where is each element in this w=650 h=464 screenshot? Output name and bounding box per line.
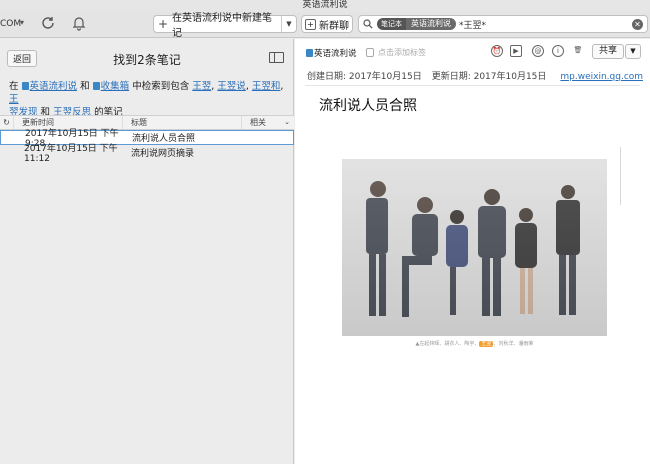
info-icon[interactable]: i <box>552 45 564 57</box>
search-description: 在 英语流利说 和 收集箱 中检索到包含 王翌, 王翌说, 王翌和, 王翌发现 … <box>9 81 284 118</box>
bell-icon[interactable] <box>72 15 86 31</box>
layout-toggle-icon[interactable] <box>269 52 284 63</box>
updated-date: 更新日期: 2017年10月15日 <box>431 72 547 82</box>
window-title: 英语流利说 <box>0 0 650 12</box>
term-link[interactable]: 王翌 <box>192 81 211 92</box>
plus-icon: + <box>157 17 169 31</box>
group-chat-label: 新群聊 <box>319 20 349 32</box>
row-title: 流利说人员合照 <box>132 134 196 144</box>
new-note-button[interactable]: + 在英语流利说中新建笔记 ▼ <box>153 13 297 39</box>
photo-caption: ▲左起林晖、胡衣人、陶宇、 王翌 、刘秋洋、潘雨荣 <box>342 340 607 347</box>
search-results-panel: 返回 找到2条笔记 在 英语流利说 和 收集箱 中检索到包含 王翌, 王翌说, … <box>0 39 294 464</box>
term-link[interactable]: 王翌和 <box>252 81 281 92</box>
desc-text: 在 <box>9 81 19 92</box>
main-toolbar: COM ▾ + 在英语流利说中新建笔记 ▼ + 新群聊 笔记本 英语流利说 *王… <box>0 12 650 39</box>
new-note-dropdown-icon[interactable]: ▼ <box>281 16 296 32</box>
term-link[interactable]: 王翌说 <box>217 81 246 92</box>
notebook-selector[interactable]: 英语流利说 <box>306 47 357 59</box>
results-table: ↻ 更新时间 标题 相关 ⌄ 2017年10月15日 下午9:28 流利说人员合照… <box>0 115 294 164</box>
account-label[interactable]: COM <box>0 19 21 29</box>
tag-icon <box>366 48 374 57</box>
clear-search-icon[interactable]: ✕ <box>632 19 643 30</box>
sort-desc-icon: ⌄ <box>284 118 290 126</box>
note-metadata: 创建日期: 2017年10月15日 更新日期: 2017年10月15日 mp.wei… <box>307 69 643 82</box>
note-title[interactable]: 流利说人员合照 <box>319 95 417 115</box>
search-input[interactable]: 笔记本 英语流利说 *王翌* ✕ <box>358 15 648 33</box>
presentation-icon[interactable]: ▶ <box>510 45 522 57</box>
notebook-name: 英语流利说 <box>314 49 357 59</box>
share-dropdown-icon[interactable]: ▼ <box>625 44 641 59</box>
new-note-label: 在英语流利说中新建笔记 <box>172 13 272 39</box>
desc-text: 中检索到包含 <box>132 81 190 92</box>
notebook-icon <box>306 49 313 57</box>
row-time: 2017年10月15日 下午11:12 <box>24 144 118 164</box>
search-query-text[interactable]: *王翌* <box>459 18 486 31</box>
term-link[interactable]: 王 <box>9 94 19 105</box>
results-title: 找到2条笔记 <box>113 53 181 67</box>
notebook-icon <box>92 82 100 90</box>
sync-status-icon: ↻ <box>0 116 14 129</box>
created-date: 创建日期: 2017年10月15日 <box>307 72 422 82</box>
team-photo[interactable] <box>342 159 607 336</box>
search-notebook-token[interactable]: 英语流利说 <box>406 18 456 30</box>
search-scope-token[interactable]: 笔记本 <box>377 18 406 30</box>
scrollbar[interactable] <box>620 147 621 205</box>
note-toolbar: 英语流利说 点击添加标签 ⏰ ▶ @ i 🗑 共享 ▼ <box>295 39 650 65</box>
column-header-title[interactable]: 标题 <box>123 116 242 129</box>
share-button[interactable]: 共享 <box>592 44 624 59</box>
add-tag-field[interactable]: 点击添加标签 <box>366 47 426 58</box>
mention-icon[interactable]: @ <box>532 45 544 57</box>
search-icon <box>363 19 373 29</box>
trash-icon[interactable]: 🗑 <box>572 45 584 57</box>
caption-highlight: 王翌 <box>479 341 494 347</box>
caption-text: ▲左起林晖、胡衣人、陶宇、 <box>415 341 480 347</box>
notebook-icon <box>21 82 29 90</box>
divider <box>305 85 640 86</box>
sync-icon[interactable] <box>40 15 56 31</box>
source-url-link[interactable]: mp.weixin.qq.com <box>560 72 643 82</box>
alarm-icon[interactable]: ⏰ <box>491 45 503 57</box>
desc-text: 和 <box>80 81 90 92</box>
table-row[interactable]: 2017年10月15日 下午11:12 流利说网页摘录 <box>0 144 294 164</box>
tag-placeholder: 点击添加标签 <box>378 48 426 57</box>
chevron-down-icon[interactable]: ▾ <box>20 18 24 27</box>
row-title: 流利说网页摘录 <box>131 149 195 159</box>
column-header-relevance[interactable]: 相关 ⌄ <box>242 116 294 129</box>
notebook-link[interactable]: 英语流利说 <box>30 81 78 92</box>
results-header: 返回 找到2条笔记 <box>0 39 294 71</box>
caption-text: 、刘秋洋、潘雨荣 <box>493 341 534 347</box>
chat-plus-icon: + <box>305 18 316 30</box>
notebook-link[interactable]: 收集箱 <box>101 81 130 92</box>
note-editor: 英语流利说 点击添加标签 ⏰ ▶ @ i 🗑 共享 ▼ 创建日期: 2017年1… <box>295 39 650 464</box>
relevance-header-label: 相关 <box>250 118 266 127</box>
group-chat-button[interactable]: + 新群聊 <box>301 15 353 33</box>
